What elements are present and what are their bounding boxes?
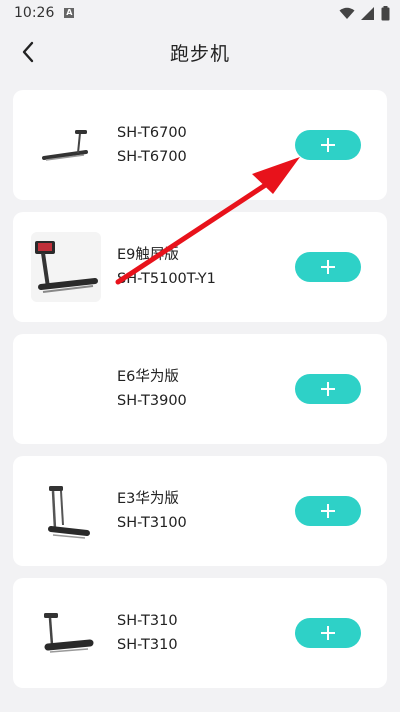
product-info: E6华为版 SH-T3900 — [117, 365, 187, 413]
notification-a-icon: A — [64, 8, 75, 18]
status-bar: 10:26 A — [0, 0, 400, 26]
add-product-button[interactable] — [295, 130, 361, 160]
chevron-left-icon — [22, 41, 34, 63]
product-card[interactable]: SH-T310 SH-T310 — [13, 578, 387, 688]
product-thumbnail — [31, 232, 101, 302]
product-card[interactable]: SH-T6700 SH-T6700 — [13, 90, 387, 200]
add-product-button[interactable] — [295, 252, 361, 282]
status-time: 10:26 — [14, 5, 55, 21]
product-card[interactable]: E9触屏版 SH-T5100T-Y1 — [13, 212, 387, 322]
product-info: SH-T6700 SH-T6700 — [117, 121, 187, 169]
product-card[interactable]: E6华为版 SH-T3900 — [13, 334, 387, 444]
back-button[interactable] — [14, 38, 42, 66]
product-name: SH-T310 — [117, 613, 178, 629]
product-list: SH-T6700 SH-T6700 E9触屏版 SH-T5100T-Y1 E6华… — [0, 78, 400, 688]
product-info: SH-T310 SH-T310 — [117, 609, 178, 657]
product-model: SH-T3100 — [117, 515, 187, 531]
plus-icon — [321, 382, 335, 396]
product-name: E9触屏版 — [117, 247, 179, 263]
product-info: E3华为版 SH-T3100 — [117, 487, 187, 535]
add-product-button[interactable] — [295, 618, 361, 648]
product-name: SH-T6700 — [117, 125, 187, 141]
product-model: SH-T5100T-Y1 — [117, 271, 216, 287]
add-product-button[interactable] — [295, 374, 361, 404]
product-thumbnail — [31, 110, 101, 180]
product-thumbnail — [31, 476, 101, 546]
product-name: E3华为版 — [117, 491, 179, 507]
plus-icon — [321, 138, 335, 152]
product-model: SH-T3900 — [117, 393, 187, 409]
product-info: E9触屏版 SH-T5100T-Y1 — [117, 243, 216, 291]
add-product-button[interactable] — [295, 496, 361, 526]
app-header: 跑步机 — [0, 26, 400, 78]
plus-icon — [321, 626, 335, 640]
wifi-icon — [339, 7, 355, 19]
treadmill-icon — [48, 486, 90, 539]
product-card[interactable]: E3华为版 SH-T3100 — [13, 456, 387, 566]
treadmill-icon — [44, 613, 94, 653]
battery-icon — [381, 5, 390, 20]
product-name: E6华为版 — [117, 369, 179, 385]
plus-icon — [321, 504, 335, 518]
signal-icon — [361, 6, 374, 20]
product-thumbnail — [31, 354, 101, 424]
page-title: 跑步机 — [169, 42, 230, 65]
treadmill-icon — [35, 241, 98, 293]
treadmill-icon — [42, 130, 88, 161]
plus-icon — [321, 260, 335, 274]
product-model: SH-T6700 — [117, 149, 187, 165]
product-thumbnail — [31, 598, 101, 668]
product-model: SH-T310 — [117, 637, 178, 653]
